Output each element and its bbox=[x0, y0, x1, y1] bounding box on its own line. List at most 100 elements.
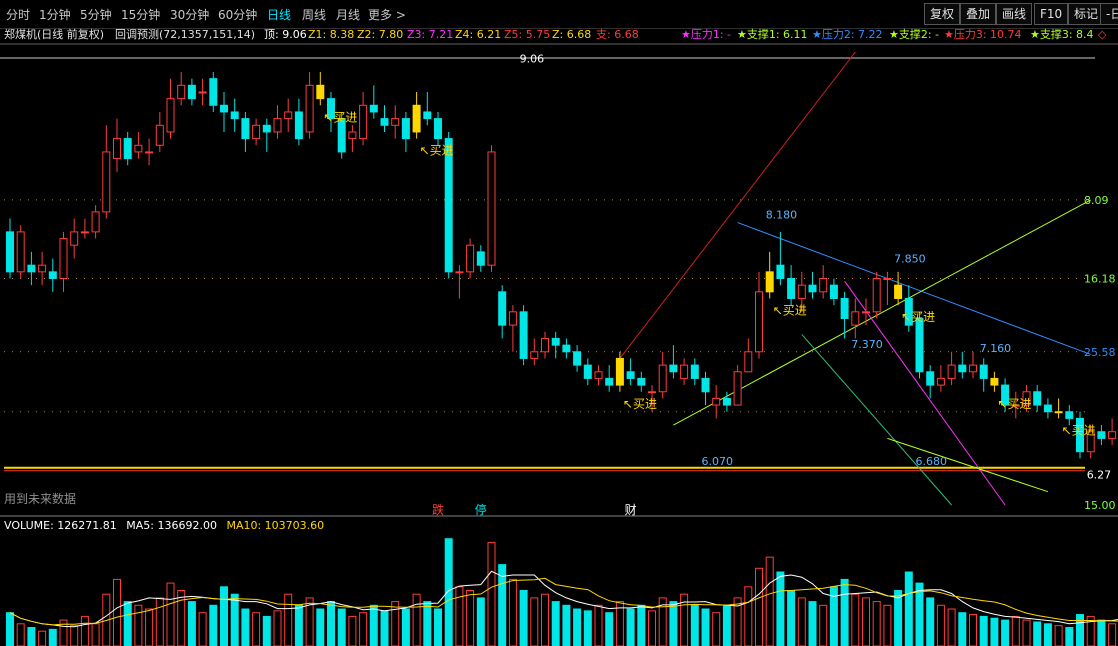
candle-20 bbox=[220, 91, 228, 132]
right-axis-label-0: 8.09 bbox=[1084, 194, 1109, 207]
volume-bar-14 bbox=[155, 597, 164, 646]
candle-70 bbox=[755, 271, 763, 359]
candle-body bbox=[423, 111, 432, 120]
candle-15 bbox=[166, 78, 175, 139]
volume-bar-20 bbox=[220, 586, 228, 646]
candle-body bbox=[380, 118, 389, 126]
candle-body bbox=[80, 231, 89, 234]
price-annotation-2: 7.850 bbox=[894, 253, 926, 266]
candle-body bbox=[444, 138, 453, 273]
price-annotation-7: 6.27 bbox=[1087, 468, 1112, 481]
volume-bar-8 bbox=[91, 623, 100, 646]
toolbar-button-1[interactable]: 叠加 bbox=[960, 3, 997, 25]
candle-body bbox=[765, 271, 774, 293]
volume-bar-90 bbox=[969, 614, 977, 646]
candle-33 bbox=[359, 91, 368, 146]
candle-43 bbox=[466, 238, 475, 279]
candle-body bbox=[851, 311, 860, 326]
candle-body bbox=[583, 364, 592, 379]
candle-body bbox=[498, 291, 507, 326]
volume-bar-31 bbox=[337, 608, 346, 646]
period-tab-2[interactable]: 5分钟 bbox=[80, 6, 112, 23]
candle-86 bbox=[926, 365, 935, 399]
period-tab-9[interactable]: 更多 > bbox=[368, 6, 406, 23]
volume-bar-95 bbox=[1022, 619, 1031, 646]
candle-40 bbox=[434, 111, 442, 146]
candle-10 bbox=[113, 118, 121, 172]
candle-88 bbox=[947, 351, 956, 386]
period-tab-3[interactable]: 15分钟 bbox=[121, 6, 160, 23]
z1-value: Z1: 8.38 bbox=[308, 28, 355, 41]
period-tab-0[interactable]: 分时 bbox=[6, 6, 30, 23]
period-tab-6[interactable]: 日线 bbox=[267, 6, 291, 23]
candle-body bbox=[990, 377, 999, 386]
volume-bar-81 bbox=[872, 601, 881, 646]
volume-bar-103 bbox=[1108, 623, 1117, 646]
volume-bar-6 bbox=[70, 625, 79, 646]
period-tab-5[interactable]: 60分钟 bbox=[218, 6, 257, 23]
candle-56 bbox=[605, 365, 614, 392]
candle-body bbox=[187, 84, 196, 100]
price-annotation-1: 8.180 bbox=[766, 209, 798, 222]
volume-bar-50 bbox=[541, 593, 549, 646]
volume-bar-91 bbox=[979, 615, 988, 646]
volume-bar-40 bbox=[434, 608, 442, 646]
toolbar-button-2[interactable]: 画线 bbox=[996, 3, 1033, 25]
buy-signal-2: ↖买进 bbox=[623, 397, 657, 411]
candle-54 bbox=[583, 358, 592, 386]
period-tab-1[interactable]: 1分钟 bbox=[39, 6, 71, 23]
volume-bar-65 bbox=[701, 608, 710, 646]
candle-75 bbox=[808, 271, 817, 299]
period-toolbar: 分时 1分钟 5分钟 15分钟 30分钟 60分钟 日线 周线 月线 更多 > 复权 叠加 画线 F10 标… bbox=[0, 0, 1118, 29]
candle-38 bbox=[412, 91, 421, 139]
buy-signal-5: ↖买进 bbox=[997, 397, 1031, 411]
candle-73 bbox=[787, 265, 796, 306]
candle-body bbox=[979, 364, 988, 379]
candle-body bbox=[1097, 431, 1106, 439]
candle-51 bbox=[551, 331, 560, 359]
period-tab-7[interactable]: 周线 bbox=[302, 6, 326, 23]
candle-body bbox=[220, 104, 228, 113]
volume-bar-45 bbox=[487, 541, 496, 646]
stock-chart[interactable]: 8.09 16.18 25.58 15.00 ↖买进 ↖买进 ↖买进 ↖买进 ↖买进 ↖买进 ↖买… bbox=[0, 0, 1118, 646]
candle-83 bbox=[894, 271, 903, 306]
candle-body bbox=[455, 271, 464, 274]
volume-bar-16 bbox=[177, 590, 186, 646]
candle-66 bbox=[712, 385, 721, 419]
period-tab-4[interactable]: 30分钟 bbox=[170, 6, 209, 23]
candle-26 bbox=[284, 98, 293, 132]
toolbar-button-3[interactable]: F10 bbox=[1034, 3, 1069, 25]
volume-bar-43 bbox=[466, 590, 475, 646]
candle-58 bbox=[626, 358, 635, 386]
volume-bar-0 bbox=[6, 612, 14, 646]
right-axis-label-3: 15.00 bbox=[1084, 499, 1116, 512]
buy-signal-6: ↖买进 bbox=[1062, 423, 1096, 437]
volume-bar-17 bbox=[187, 601, 196, 646]
volume-bar-15 bbox=[166, 582, 175, 646]
candle-11 bbox=[123, 131, 132, 166]
volume-bar-29 bbox=[316, 608, 325, 646]
period-tab-8[interactable]: 月线 bbox=[336, 6, 360, 23]
toolbar-button-4[interactable]: 标记 bbox=[1068, 3, 1105, 25]
candle-body bbox=[1065, 411, 1074, 419]
event-marker-2: 财 bbox=[625, 503, 637, 517]
volume-bar-100 bbox=[1076, 614, 1084, 646]
indicator-name: 回调预测(72,1357,151,14) bbox=[115, 28, 256, 41]
volume-bar-66 bbox=[712, 612, 721, 646]
volume-bar-21 bbox=[230, 593, 239, 646]
buy-signal-1: ↖买进 bbox=[420, 144, 454, 158]
candle-body bbox=[722, 397, 731, 406]
volume-bar-2 bbox=[27, 627, 36, 646]
candle-27 bbox=[294, 98, 303, 146]
candle-body bbox=[466, 244, 475, 273]
candle-body bbox=[1054, 411, 1063, 414]
candle-32 bbox=[348, 125, 357, 152]
candle-body bbox=[690, 364, 699, 379]
toolbar-button-0[interactable]: 复权 bbox=[924, 3, 961, 25]
candle-2 bbox=[27, 251, 36, 286]
volume-bar-4 bbox=[48, 628, 57, 646]
candle-92 bbox=[990, 371, 999, 392]
candle-body bbox=[16, 231, 25, 273]
candle-body bbox=[819, 278, 828, 293]
toolbar-button-5[interactable]: -日 bbox=[1100, 3, 1118, 25]
